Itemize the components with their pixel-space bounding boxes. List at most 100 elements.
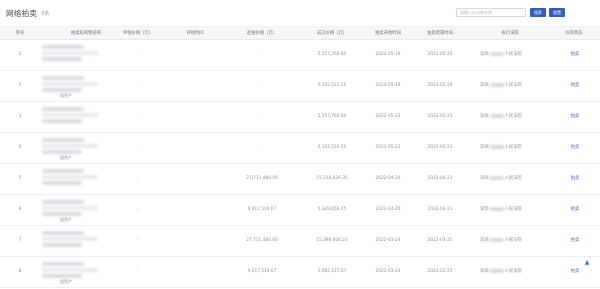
column-header-deal-price: 成交价格（元） [316, 31, 348, 36]
status-link[interactable]: 拍卖 [563, 113, 587, 121]
row-index: 2 [18, 83, 22, 88]
court-prefix: 深圳 [480, 207, 489, 212]
appraisal-price: - [137, 52, 139, 57]
court-suffix: 人民法院 [504, 207, 522, 212]
deal-price: 5,557,760.00 [317, 114, 347, 119]
appraisal-price: - [137, 114, 139, 119]
court-redacted [489, 175, 504, 180]
auction-start-time: 2022-05-19 [375, 83, 401, 88]
auction-end-time: 2022-05-20 [427, 52, 453, 57]
auction-end-time: 2022-03-25 [427, 238, 453, 243]
appraisal-price: - [137, 269, 139, 274]
executing-court: 深圳 人民法院 [480, 237, 522, 245]
table-row[interactable]: 8 租赁产 - 9,017,519.67 5,062,127.57 2022-03-24 2… [0, 257, 600, 288]
start-price: - [261, 145, 263, 150]
column-header-court: 执行法院 [501, 31, 519, 36]
auction-end-time: 2022-04-21 [427, 207, 453, 212]
court-suffix: 人民法院 [504, 114, 522, 119]
reset-button[interactable]: 重置 [549, 8, 565, 17]
table-row[interactable]: 3 - - 5,557,760.00 2022-05-22 2022-05-23 深圳 人民法… [0, 102, 600, 133]
court-redacted [489, 113, 504, 118]
auction-start-time: 2022-05-22 [375, 145, 401, 150]
court-prefix: 深圳 [480, 176, 489, 181]
court-prefix: 深圳 [480, 83, 489, 88]
column-header-start-price: 起拍价格（元） [246, 31, 278, 36]
auction-end-time: 2022-05-20 [427, 83, 453, 88]
deal-price: 15,388,006.23 [316, 238, 348, 243]
page-title: 网络拍卖 [6, 8, 38, 18]
auction-start-time: 2022-04-20 [375, 207, 401, 212]
column-header-status: 标的状态 [565, 31, 583, 36]
start-price: 27,711,480.00 [246, 238, 278, 243]
appraisal-price: - [137, 83, 139, 88]
column-header-start-time: 拍卖开始时间 [375, 31, 401, 36]
court-suffix: 人民法院 [504, 145, 522, 150]
table-row[interactable]: 5 - 27,711,480.00 15,316,626.35 2022-04-20 20… [0, 164, 600, 195]
start-price: 9,017,519.67 [247, 269, 277, 274]
table-row[interactable]: 6 租赁产 - 9,017,519.67 5,329,656.45 2022-04-20 2… [0, 195, 600, 226]
court-redacted [489, 82, 504, 87]
start-price: 27,711,480.00 [246, 176, 278, 181]
status-link[interactable]: 拍卖 [563, 144, 587, 152]
asset-name-tail: 租赁产 [60, 93, 72, 98]
status-link[interactable]: 拍卖 [563, 237, 587, 245]
court-prefix: 深圳 [480, 145, 489, 150]
asset-name-tail: 租赁产 [60, 279, 72, 284]
back-to-top-button[interactable]: ▲ [582, 258, 592, 268]
deal-price: 5,062,127.57 [317, 269, 347, 274]
court-suffix: 人民法院 [504, 269, 522, 274]
column-header-appraisal: 评估价格（元） [122, 31, 154, 36]
search-button[interactable]: 搜索 [530, 8, 546, 17]
executing-court: 深圳 人民法院 [480, 144, 522, 152]
deal-price: 5,102,521.50 [317, 83, 347, 88]
court-prefix: 深圳 [480, 238, 489, 243]
auction-start-time: 2022-04-20 [375, 176, 401, 181]
executing-court: 深圳 人民法院 [480, 82, 522, 90]
court-redacted [489, 51, 504, 56]
row-index: 3 [18, 114, 22, 119]
asset-name-tail: 租赁产 [60, 155, 72, 160]
table-row[interactable]: 2 租赁产 - - 5,102,521.50 2022-05-19 2022-05-20 深圳… [0, 71, 600, 102]
table-row[interactable]: 4 租赁产 - - 5,102,533.50 2022-05-22 2022-05-23 深圳… [0, 133, 600, 164]
appraisal-price: - [137, 145, 139, 150]
column-header-index: 序号 [15, 31, 25, 36]
table-row[interactable]: 7 - 27,711,480.00 15,388,006.23 2022-03-24 20… [0, 226, 600, 257]
deal-price: 5,329,656.45 [317, 207, 347, 212]
auction-table: 序号 拍卖标的物名称 评估价格（元） 评估时间 起拍价格（元） 成交价格（元） … [0, 26, 600, 288]
row-index: 4 [18, 145, 22, 150]
row-index: 8 [18, 269, 22, 274]
court-suffix: 人民法院 [504, 52, 522, 57]
court-suffix: 人民法院 [504, 176, 522, 181]
status-link[interactable]: 拍卖 [563, 82, 587, 90]
auction-end-time: 2022-04-21 [427, 176, 453, 181]
deal-price: 5,102,533.50 [317, 145, 347, 150]
executing-court: 深圳 人民法院 [480, 113, 522, 121]
court-prefix: 深圳 [480, 52, 489, 57]
table-header: 序号 拍卖标的物名称 评估价格（元） 评估时间 起拍价格（元） 成交价格（元） … [0, 26, 600, 40]
court-prefix: 深圳 [480, 269, 489, 274]
status-link[interactable]: 拍卖 [563, 175, 587, 183]
status-link[interactable]: 拍卖 [563, 268, 587, 276]
start-price: - [261, 114, 263, 119]
row-index: 7 [18, 238, 22, 243]
auction-end-time: 2022-05-23 [427, 145, 453, 150]
status-link[interactable]: 拍卖 [563, 206, 587, 214]
court-suffix: 人民法院 [504, 83, 522, 88]
status-link[interactable]: 拍卖 [563, 51, 587, 59]
auction-end-time: 2022-05-23 [427, 114, 453, 119]
record-count: 8条 [41, 10, 50, 17]
start-price: - [261, 52, 263, 57]
court-suffix: 人民法院 [504, 238, 522, 243]
court-redacted [489, 144, 504, 149]
arrow-up-icon: ▲ [584, 259, 590, 266]
court-prefix: 深圳 [480, 114, 489, 119]
appraisal-price: - [137, 207, 139, 212]
row-index: 5 [18, 176, 22, 181]
deal-price: 15,316,626.35 [316, 176, 348, 181]
start-price: - [261, 83, 263, 88]
page-header: 网络拍卖 8条 [6, 6, 49, 20]
executing-court: 深圳 人民法院 [480, 175, 522, 183]
appraisal-price: - [137, 176, 139, 181]
search-input[interactable] [456, 8, 526, 17]
table-row[interactable]: 1 - - 5,557,760.00 2022-05-19 2022-05-20 深圳 人民法… [0, 40, 600, 71]
